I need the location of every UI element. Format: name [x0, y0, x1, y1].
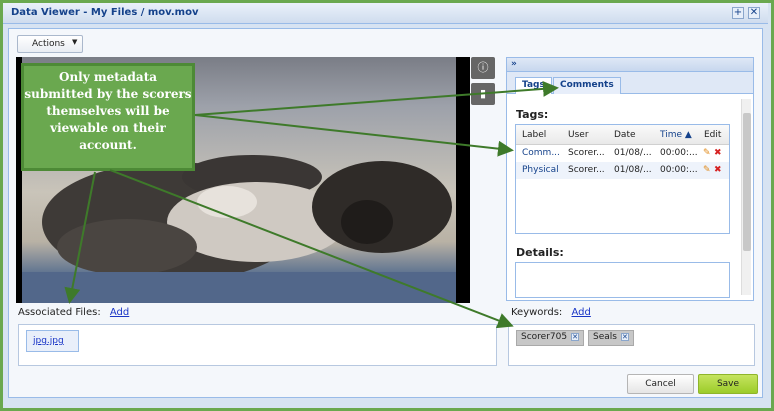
grid-header: Label User Date Time ▲ Edit	[516, 125, 729, 145]
row-label: Comm...	[522, 148, 560, 158]
delete-icon[interactable]: ✖	[714, 165, 722, 175]
file-name[interactable]: jpg.jpg	[33, 336, 64, 346]
pencil-icon[interactable]: ✎	[703, 148, 711, 158]
file-item[interactable]: jpg.jpg	[26, 330, 79, 352]
details-heading: Details:	[516, 246, 564, 259]
row-date: 01/08/...	[614, 148, 652, 158]
associated-files-box: jpg.jpg	[18, 324, 497, 366]
cancel-button[interactable]: Cancel	[627, 374, 694, 394]
keywords-row: Keywords: Add	[511, 307, 591, 318]
col-time[interactable]: Time ▲	[660, 130, 692, 140]
keyword-text: Scorer705	[521, 332, 568, 342]
table-row[interactable]: Comm... Scorer... 01/08/... 00:00:... ✎ …	[516, 145, 729, 162]
window-title: Data Viewer - My Files / mov.mov	[11, 7, 199, 18]
pencil-icon[interactable]: ✎	[703, 165, 711, 175]
row-label: Physical	[522, 165, 559, 175]
add-file-link[interactable]: Add	[110, 307, 129, 318]
tab-comments[interactable]: Comments	[553, 77, 621, 94]
delete-icon[interactable]: ✖	[714, 148, 722, 158]
details-box	[515, 262, 730, 298]
row-time: 00:00:...	[660, 165, 698, 175]
table-row[interactable]: Physical Scorer... 01/08/... 00:00:... ✎…	[516, 162, 729, 179]
collapse-panel-button[interactable]: »	[507, 58, 753, 72]
annotation-callout: Only metadata submitted by the scorers t…	[21, 63, 195, 171]
save-button[interactable]: Save	[698, 374, 758, 394]
tags-grid: Label User Date Time ▲ Edit Comm... Scor…	[515, 124, 730, 234]
video-side-toolbar: ⓘ ▮	[471, 57, 495, 127]
document-icon[interactable]: ▮	[471, 83, 495, 105]
row-time: 00:00:...	[660, 148, 698, 158]
close-icon[interactable]: ✕	[748, 7, 760, 19]
keywords-label: Keywords:	[511, 307, 563, 318]
row-date: 01/08/...	[614, 165, 652, 175]
panel-scrollbar[interactable]	[741, 99, 751, 295]
associated-files-label: Associated Files:	[18, 307, 101, 318]
row-user: Scorer...	[568, 165, 605, 175]
keywords-box: Scorer705 ✕ Seals ✕	[508, 324, 755, 366]
keyword-text: Seals	[593, 332, 617, 342]
maximize-icon[interactable]: +	[732, 7, 744, 19]
actions-button[interactable]: Actions ▼	[17, 35, 83, 53]
col-date[interactable]: Date	[614, 130, 636, 140]
dialog-footer: Cancel Save	[8, 370, 763, 400]
associated-files-row: Associated Files: Add	[18, 307, 129, 318]
scrollbar-thumb[interactable]	[743, 113, 751, 251]
remove-keyword-icon[interactable]: ✕	[571, 333, 580, 341]
keyword-chip: Seals ✕	[588, 330, 634, 346]
row-user: Scorer...	[568, 148, 605, 158]
remove-keyword-icon[interactable]: ✕	[620, 333, 629, 341]
info-icon[interactable]: ⓘ	[471, 57, 495, 79]
col-user[interactable]: User	[568, 130, 589, 140]
add-keyword-link[interactable]: Add	[571, 307, 590, 318]
chevron-down-icon: ▼	[72, 38, 78, 46]
tags-heading: Tags:	[516, 108, 549, 121]
col-label[interactable]: Label	[522, 130, 546, 140]
keyword-chip: Scorer705 ✕	[516, 330, 585, 346]
title-bar: Data Viewer - My Files / mov.mov + ✕	[3, 3, 768, 24]
tab-strip: Tags Comments	[507, 72, 753, 94]
tab-tags[interactable]: Tags	[515, 77, 552, 94]
col-edit: Edit	[704, 130, 722, 140]
actions-label: Actions	[32, 39, 65, 49]
